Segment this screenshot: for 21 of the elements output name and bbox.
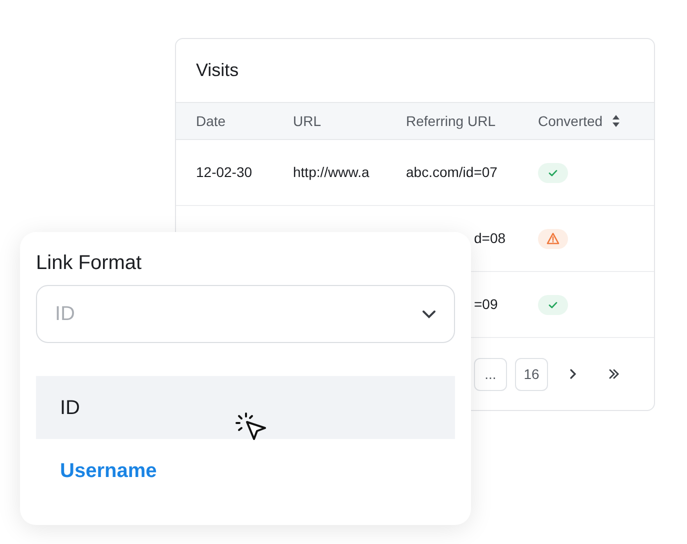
- table-cell: =09: [474, 296, 498, 312]
- chevron-down-icon: [422, 310, 436, 318]
- page-button[interactable]: ...: [474, 358, 507, 390]
- link-format-select[interactable]: ID: [36, 285, 455, 343]
- table-cell: d=08: [474, 230, 506, 246]
- chevron-right-icon: [568, 368, 576, 380]
- field-label: Link Format: [36, 251, 143, 276]
- column-header: Referring URL: [406, 112, 496, 131]
- table-cell: http://www.a: [293, 164, 370, 180]
- table-cell: 12-02-30: [196, 164, 252, 180]
- column-header: URL: [293, 112, 322, 130]
- select-input[interactable]: ID: [55, 299, 422, 329]
- column-header: Converted: [538, 112, 603, 130]
- dropdown-option[interactable]: ID: [36, 376, 455, 439]
- double-chevron-right-icon: [608, 368, 620, 380]
- table-cell: abc.com/id=07: [406, 164, 498, 180]
- card-title: Visits: [196, 59, 239, 82]
- warning-icon: [546, 232, 560, 245]
- column-header: Date: [196, 112, 226, 130]
- page-button[interactable]: 16: [515, 358, 548, 390]
- sort-icon[interactable]: [610, 114, 621, 128]
